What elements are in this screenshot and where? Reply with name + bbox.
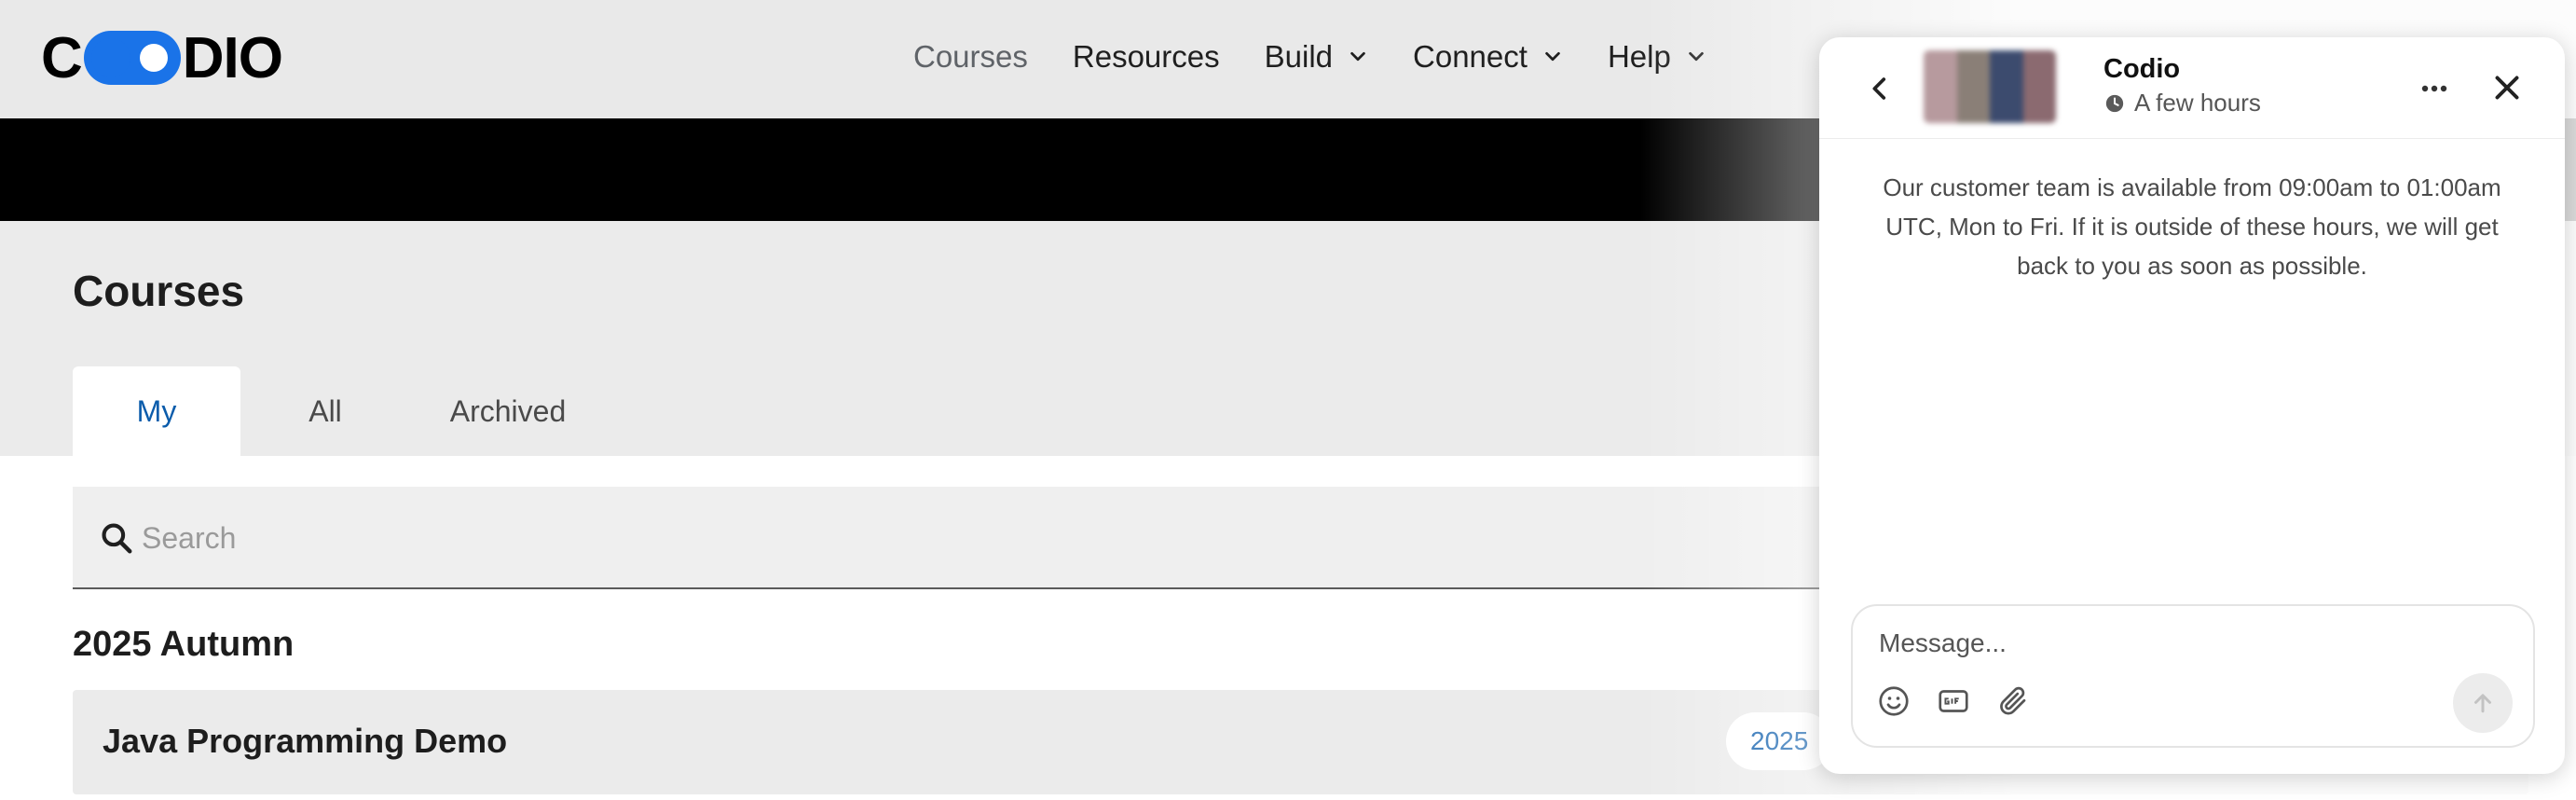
search-input[interactable] — [140, 511, 1821, 565]
nav-item-label: Resources — [1072, 39, 1220, 74]
availability-message: Our customer team is available from 09:0… — [1883, 173, 2501, 280]
chevron-down-icon — [1350, 51, 1365, 62]
main-nav: Courses Resources Build Connect Help — [913, 39, 1751, 75]
chat-status: A few hours — [2104, 89, 2261, 117]
close-icon[interactable] — [2490, 71, 2524, 104]
emoji-icon[interactable] — [1877, 684, 1911, 718]
course-name: Java Programming Demo — [103, 722, 508, 760]
clock-icon — [2105, 94, 2124, 112]
team-avatars — [1924, 50, 2056, 123]
chevron-down-icon — [1545, 51, 1560, 62]
nav-item-label: Connect — [1413, 39, 1528, 74]
support-chat-panel: Codio A few hours Our customer team is a… — [1819, 37, 2565, 774]
chat-team-name: Codio — [2103, 54, 2181, 84]
logo-toggle-mark — [83, 31, 181, 85]
message-input[interactable] — [1877, 627, 2440, 671]
chat-header: Codio A few hours — [1819, 37, 2565, 139]
send-button[interactable] — [2453, 673, 2513, 733]
chat-status-text: A few hours — [2134, 89, 2261, 117]
course-tabs: My All Archived — [73, 366, 606, 456]
nav-item-courses[interactable]: Courses — [913, 39, 1028, 75]
tab-my[interactable]: My — [73, 366, 240, 456]
nav-item-build[interactable]: Build — [1265, 39, 1368, 75]
nav-item-connect[interactable]: Connect — [1413, 39, 1563, 75]
search-icon — [102, 523, 132, 554]
gif-icon[interactable] — [1937, 684, 1970, 718]
attachment-icon[interactable] — [1996, 684, 2030, 718]
logo-text-dio: DIO — [182, 25, 283, 90]
logo-text-c: C — [41, 25, 83, 90]
message-composer — [1851, 604, 2535, 748]
term-heading: 2025 Autumn — [73, 625, 295, 664]
nav-item-label: Courses — [913, 39, 1028, 74]
tab-all[interactable]: All — [240, 366, 410, 456]
page-title: Courses — [73, 267, 245, 315]
tab-archived[interactable]: Archived — [410, 366, 606, 456]
nav-item-resources[interactable]: Resources — [1073, 39, 1220, 75]
nav-item-label: Build — [1264, 39, 1334, 74]
search-box — [73, 487, 1871, 589]
back-icon[interactable] — [1864, 73, 1896, 104]
codio-logo[interactable]: C DIO — [41, 26, 283, 90]
send-arrow-icon — [2474, 694, 2491, 713]
more-icon[interactable] — [2416, 73, 2453, 104]
